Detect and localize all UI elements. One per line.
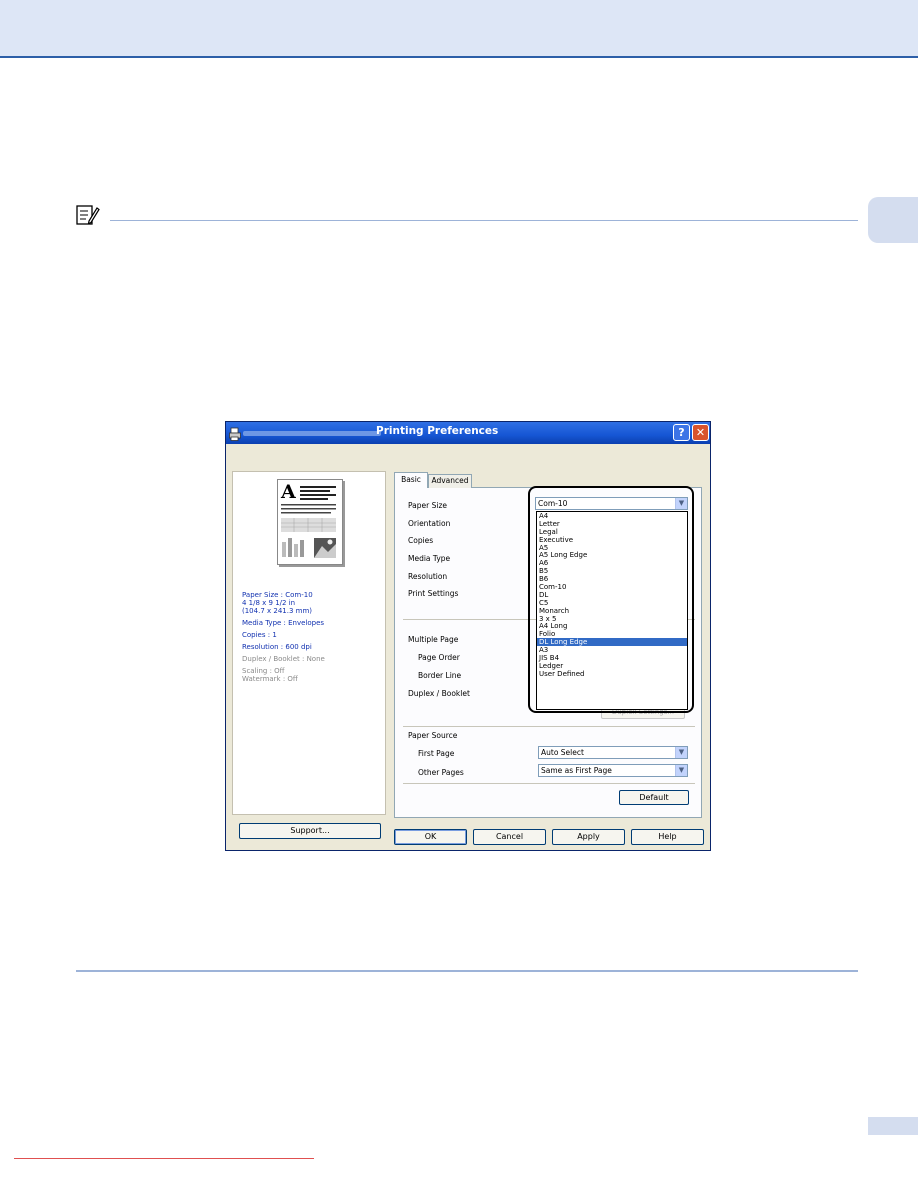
cancel-button[interactable]: Cancel xyxy=(473,829,546,845)
media-type-label: Media Type xyxy=(408,554,451,563)
summary-duplex: Duplex / Booklet : None xyxy=(242,655,325,663)
page-preview: A xyxy=(277,479,343,565)
help-button[interactable]: Help xyxy=(631,829,704,845)
preview-panel: A Paper Size: Com-10 4 1/8 x 9 1/2 in (… xyxy=(232,471,386,815)
printer-icon xyxy=(229,426,241,441)
copies-label: Copies xyxy=(408,536,434,545)
default-button[interactable]: Default xyxy=(619,790,689,805)
support-button[interactable]: Support... xyxy=(239,823,381,839)
title-help-button[interactable]: ? xyxy=(673,424,690,441)
footer-watermark-line xyxy=(14,1158,314,1159)
summary-media-type: Media Type : Envelopes xyxy=(242,619,325,627)
note-icon xyxy=(76,204,100,226)
first-page-label: First Page xyxy=(418,749,455,758)
callout-highlight xyxy=(528,486,694,713)
print-settings-label: Print Settings xyxy=(408,589,459,598)
paper-source-label: Paper Source xyxy=(408,731,458,740)
page-header-band xyxy=(0,0,918,58)
printing-preferences-dialog: Printing Preferences ? ✕ A Paper Size: … xyxy=(225,421,711,851)
separator xyxy=(403,783,695,784)
page-order-label: Page Order xyxy=(418,653,460,662)
chevron-down-icon[interactable]: ▼ xyxy=(675,765,687,776)
paper-size-label: Paper Size xyxy=(408,501,448,510)
multiple-page-label: Multiple Page xyxy=(408,635,459,644)
close-button[interactable]: ✕ xyxy=(692,424,709,441)
page-number-tab xyxy=(868,1117,918,1135)
separator xyxy=(403,726,695,727)
preview-illustration xyxy=(281,486,336,558)
first-page-value: Auto Select xyxy=(541,748,584,757)
chapter-side-tab xyxy=(868,197,918,243)
summary-paper-size: Paper Size : Com-10 xyxy=(242,591,313,599)
other-pages-select[interactable]: Same as First Page ▼ xyxy=(538,764,688,777)
other-pages-label: Other Pages xyxy=(418,768,464,777)
apply-button[interactable]: Apply xyxy=(552,829,625,845)
title-blurred-model xyxy=(243,431,381,436)
ok-button[interactable]: OK xyxy=(394,829,467,845)
other-pages-value: Same as First Page xyxy=(541,766,612,775)
note-bottom-rule xyxy=(76,970,858,972)
border-line-label: Border Line xyxy=(418,671,462,680)
orientation-label: Orientation xyxy=(408,519,451,528)
resolution-label: Resolution xyxy=(408,572,448,581)
title-bar[interactable]: Printing Preferences ? ✕ xyxy=(226,422,710,444)
tab-advanced[interactable]: Advanced xyxy=(428,474,472,488)
summary-watermark: Watermark : Off xyxy=(242,675,298,683)
chevron-down-icon[interactable]: ▼ xyxy=(675,747,687,758)
dialog-title: Printing Preferences xyxy=(376,425,499,437)
duplex-booklet-label: Duplex / Booklet xyxy=(408,689,470,698)
summary-resolution: Resolution : 600 dpi xyxy=(242,643,312,651)
tab-basic[interactable]: Basic xyxy=(394,472,428,488)
summary-scaling: Scaling : Off xyxy=(242,667,285,675)
settings-summary: Paper Size : Com-10 4 1/8 x 9 1/2 in (10… xyxy=(242,591,325,683)
summary-copies: Copies : 1 xyxy=(242,631,277,639)
note-top-rule xyxy=(110,220,858,221)
summary-paper-inches: 4 1/8 x 9 1/2 in xyxy=(242,599,296,607)
summary-paper-mm: (104.7 x 241.3 mm) xyxy=(242,607,312,615)
first-page-select[interactable]: Auto Select ▼ xyxy=(538,746,688,759)
